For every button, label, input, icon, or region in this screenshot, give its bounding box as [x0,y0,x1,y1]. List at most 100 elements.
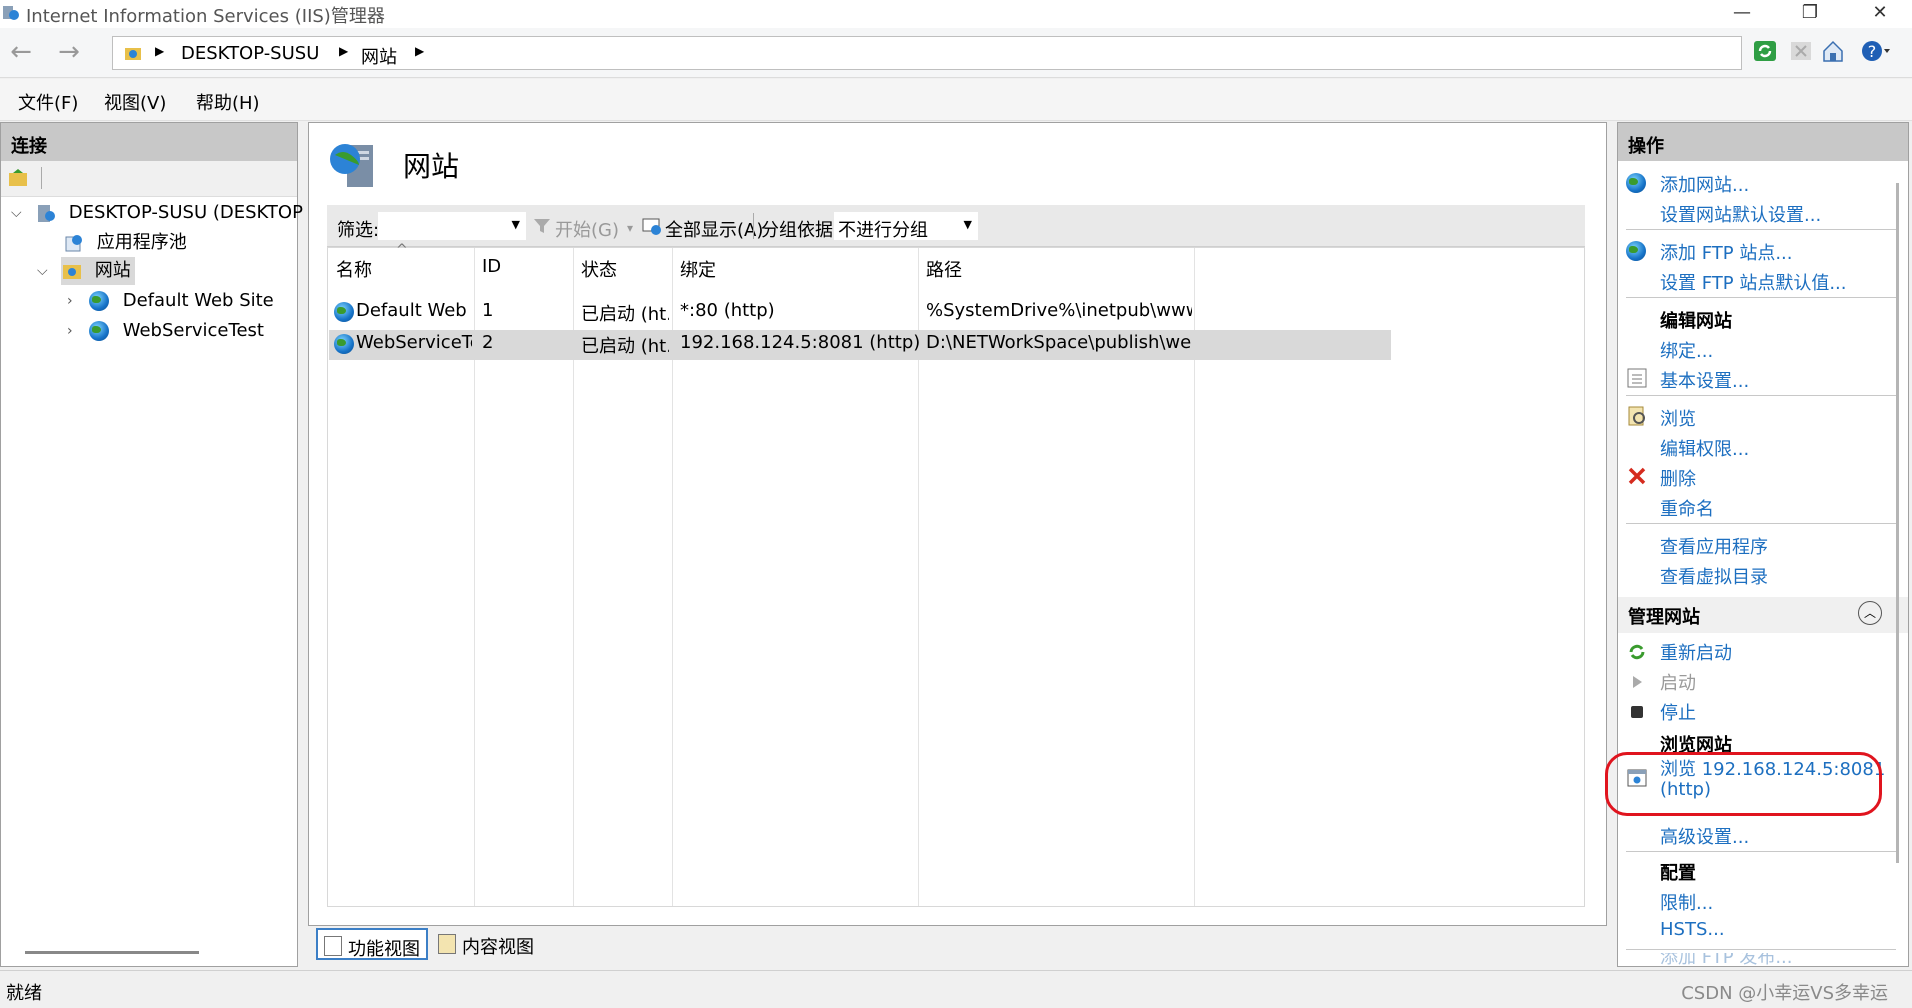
horizontal-scrollbar[interactable] [25,951,199,954]
tree-site-webservicetest-label: WebServiceTest [122,320,264,341]
limits-link[interactable]: 限制... [1660,889,1713,915]
sort-ascending-icon: ^ [396,242,408,258]
chevron-right-icon[interactable]: › [67,293,73,309]
browse-link[interactable]: 浏览 [1660,405,1696,431]
title-bar: Internet Information Services (IIS)管理器 —… [0,0,1912,28]
toolbar-divider [753,213,754,239]
toolbar-divider [41,167,42,189]
column-header-path[interactable]: 路径 [926,256,962,282]
globe-icon [334,334,354,354]
close-button[interactable]: ✕ [1852,0,1908,28]
tree-site-webservicetest[interactable]: WebServiceTest [89,317,264,345]
filter-label: 筛选: [337,220,380,241]
help-icon[interactable]: ? [1860,38,1890,64]
maximize-button[interactable]: ❐ [1782,0,1838,28]
rename-link[interactable]: 重命名 [1660,495,1714,521]
globe-icon [89,291,109,311]
minimize-button[interactable]: — [1714,0,1770,28]
chevron-down-icon[interactable]: ⌵ [11,205,22,221]
tab-content-view[interactable]: 内容视图 [432,928,540,960]
stop-link[interactable]: 停止 [1660,699,1696,725]
column-header-name[interactable]: 名称 [336,256,372,282]
advanced-settings-link[interactable]: 高级设置... [1660,823,1749,849]
breadcrumb-sites[interactable]: 网站 [361,43,397,69]
status-text: 就绪 [6,983,42,1004]
chevron-right-icon[interactable]: › [67,323,73,339]
connect-icon[interactable] [7,167,29,189]
home-icon[interactable] [1820,38,1846,64]
divider [1626,523,1896,524]
sites-icon [330,144,373,187]
menu-bar: 文件(F) 视图(V) 帮助(H) [0,79,1912,121]
restart-link[interactable]: 重新启动 [1660,639,1732,665]
start-dropdown-icon[interactable]: ▾ [627,221,633,235]
tree-sites[interactable]: 网站 [61,257,135,285]
group-by-select[interactable]: 不进行分组 ▼ [833,211,979,241]
app-pool-icon [65,235,82,252]
status-bar: 就绪 CSDN @小幸运VS多幸运 [0,970,1912,1008]
bindings-link[interactable]: 绑定... [1660,337,1713,363]
annotation-circle [1605,752,1882,816]
back-arrow-icon[interactable]: ← [4,38,38,68]
hsts-link[interactable]: HSTS... [1660,919,1725,940]
basic-settings-link[interactable]: 基本设置... [1660,367,1749,393]
start-icon [1633,676,1642,688]
menu-help[interactable]: 帮助(H) [196,89,260,115]
table-row[interactable]: Default Web S... 1 已启动 (ht... *:80 (http… [328,298,1392,328]
collapse-icon[interactable]: ︿ [1858,601,1882,625]
tree-server-label: DESKTOP-SUSU (DESKTOP [68,202,303,223]
start-filter-button[interactable]: 开始(G) [555,216,619,242]
actions-header: 操作 [1618,123,1908,161]
menu-file[interactable]: 文件(F) [18,89,78,115]
add-ftp-icon [1626,241,1646,261]
address-bar[interactable]: ▶ DESKTOP-SUSU ▶ 网站 ▶ [112,36,1742,70]
row-binding: *:80 (http) [680,300,775,321]
add-site-link[interactable]: 添加网站... [1660,171,1749,197]
filter-input[interactable]: ▼ [377,211,527,241]
delete-link[interactable]: 删除 [1660,465,1696,491]
tree-server-node[interactable]: DESKTOP-SUSU (DESKTOP [35,199,303,227]
breadcrumb-server[interactable]: DESKTOP-SUSU [181,43,319,64]
view-apps-link[interactable]: 查看应用程序 [1660,533,1768,559]
group-by-label: 分组依据: [761,220,840,241]
chevron-down-icon[interactable]: ⌵ [37,263,48,279]
refresh-icon[interactable] [1752,38,1778,64]
column-header-id[interactable]: ID [482,256,501,277]
add-site-icon [1626,173,1646,193]
tree-app-pools[interactable]: 应用程序池 [63,229,187,257]
row-status: 已启动 (ht... [581,304,669,325]
show-all-button[interactable]: 全部显示(A) [665,216,763,242]
ftp-defaults-link[interactable]: 设置 FTP 站点默认值... [1660,269,1847,295]
tree-site-default[interactable]: Default Web Site [89,287,274,315]
connections-toolbar [1,161,297,197]
site-defaults-link[interactable]: 设置网站默认设置... [1660,201,1821,227]
breadcrumb-separator-icon: ▶ [415,44,425,58]
divider [1626,297,1896,298]
tab-features-view[interactable]: 功能视图 [316,928,428,960]
forward-arrow-icon[interactable]: → [52,38,86,68]
watermark-text: CSDN @小幸运VS多幸运 [1681,983,1888,1004]
row-path: %SystemDrive%\inetpub\wwwroot [926,300,1192,321]
breadcrumb-separator-icon: ▶ [155,44,165,58]
add-ftp-link[interactable]: 添加 FTP 站点... [1660,239,1793,265]
globe-icon [334,302,354,322]
svg-text:?: ? [1868,42,1877,61]
tree-site-default-label: Default Web Site [122,290,274,311]
menu-view[interactable]: 视图(V) [104,89,166,115]
basic-settings-icon [1627,368,1647,388]
browse-icon [1628,406,1645,426]
row-status: 已启动 (ht... [581,336,669,357]
column-header-binding[interactable]: 绑定 [680,256,716,282]
add-ftp-publishing-link[interactable]: 添加 FTP 发布... [1660,953,1793,965]
divider [1626,229,1896,230]
stop-icon[interactable] [1788,38,1814,64]
start-link[interactable]: 启动 [1660,669,1696,695]
sites-folder-icon [63,265,81,279]
view-vdirs-link[interactable]: 查看虚拟目录 [1660,563,1768,589]
vertical-scrollbar[interactable] [1896,183,1899,863]
sites-content-pane: 网站 筛选: ▼ 开始(G) ▾ 全部显示(A) 分组依据: 不进行分组 ▼ 名… [308,122,1607,926]
server-folder-icon [125,48,141,60]
column-header-status[interactable]: 状态 [581,256,617,282]
edit-permissions-link[interactable]: 编辑权限... [1660,435,1749,461]
table-row[interactable]: WebServiceTest 2 已启动 (ht... 192.168.124.… [328,330,1392,360]
